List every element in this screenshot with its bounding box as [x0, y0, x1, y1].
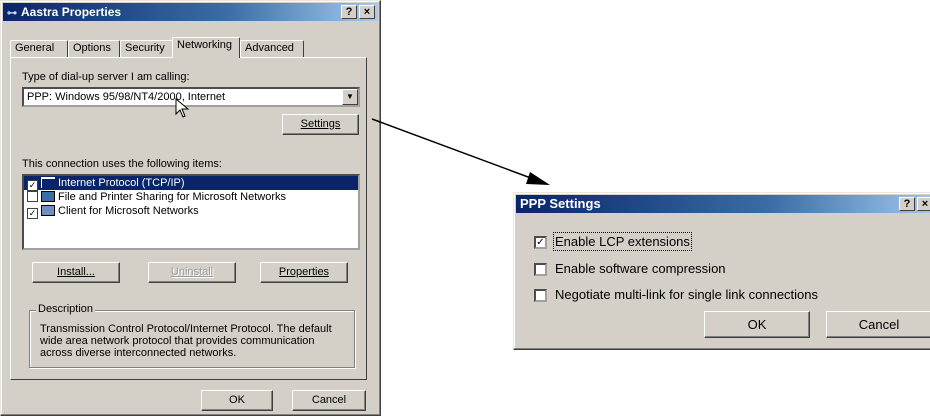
description-text: Transmission Control Protocol/Internet P… [40, 323, 332, 359]
aastra-properties-window: ⊶ Aastra Properties ? × General Options S… [0, 0, 381, 416]
printer-sharing-icon [41, 191, 55, 202]
ppp-settings-window: PPP Settings ? × ✓ Enable LCP extensions… [513, 192, 930, 350]
ppp-title: PPP Settings [520, 196, 601, 211]
checkbox-checked[interactable]: ✓ [27, 208, 38, 219]
networking-panel: Type of dial-up server I am calling: PPP… [10, 57, 367, 380]
server-type-dropdown[interactable]: PPP: Windows 95/98/NT4/2000, Internet ▼ [22, 87, 360, 107]
aastra-titlebar[interactable]: ⊶ Aastra Properties [3, 3, 378, 21]
ppp-titlebar[interactable]: PPP Settings [516, 195, 930, 213]
install-button[interactable]: Install... [32, 262, 120, 283]
tab-security[interactable]: Security [120, 40, 174, 57]
lcp-extensions-label[interactable]: Enable LCP extensions [553, 232, 692, 251]
tab-advanced[interactable]: Advanced [240, 40, 304, 57]
list-item[interactable]: ✓ Client for Microsoft Networks [24, 204, 358, 219]
network-client-icon [41, 205, 55, 216]
close-button[interactable]: × [359, 5, 375, 19]
server-type-label: Type of dial-up server I am calling: [22, 71, 190, 83]
items-label: This connection uses the following items… [22, 158, 222, 170]
ppp-help-button[interactable]: ? [899, 197, 915, 211]
ppp-cancel-button[interactable]: Cancel [826, 311, 930, 338]
checkbox-unchecked[interactable] [27, 191, 38, 202]
properties-button[interactable]: Properties [260, 262, 348, 283]
chevron-down-icon[interactable]: ▼ [342, 89, 358, 105]
multilink-checkbox[interactable] [534, 289, 547, 302]
uninstall-button[interactable]: Uninstall [148, 262, 236, 283]
list-item[interactable]: ✓ Internet Protocol (TCP/IP) [24, 176, 358, 191]
aastra-title: Aastra Properties [21, 5, 122, 19]
description-legend: Description [36, 303, 96, 315]
items-list[interactable]: ✓ Internet Protocol (TCP/IP) File and Pri… [22, 174, 360, 250]
tab-general[interactable]: General [10, 40, 68, 57]
network-connection-icon: ⊶ [7, 8, 17, 19]
tab-options[interactable]: Options [68, 40, 120, 57]
ok-button[interactable]: OK [201, 390, 273, 411]
ppp-close-button[interactable]: × [917, 197, 930, 211]
multilink-label[interactable]: Negotiate multi-link for single link con… [555, 287, 818, 302]
server-type-value: PPP: Windows 95/98/NT4/2000, Internet [27, 91, 226, 103]
mouse-pointer-icon [175, 98, 190, 118]
network-protocol-icon [41, 177, 55, 188]
settings-button[interactable]: Settings [282, 114, 359, 135]
tab-networking[interactable]: Networking [172, 37, 240, 58]
description-group: Description Transmission Control Protoco… [29, 303, 355, 368]
ppp-ok-button[interactable]: OK [704, 311, 810, 338]
software-compression-checkbox[interactable] [534, 263, 547, 276]
list-item[interactable]: File and Printer Sharing for Microsoft N… [24, 190, 358, 204]
help-button[interactable]: ? [341, 5, 357, 19]
lcp-extensions-checkbox[interactable]: ✓ [534, 236, 547, 249]
cancel-button[interactable]: Cancel [292, 390, 366, 411]
software-compression-label[interactable]: Enable software compression [555, 261, 726, 276]
